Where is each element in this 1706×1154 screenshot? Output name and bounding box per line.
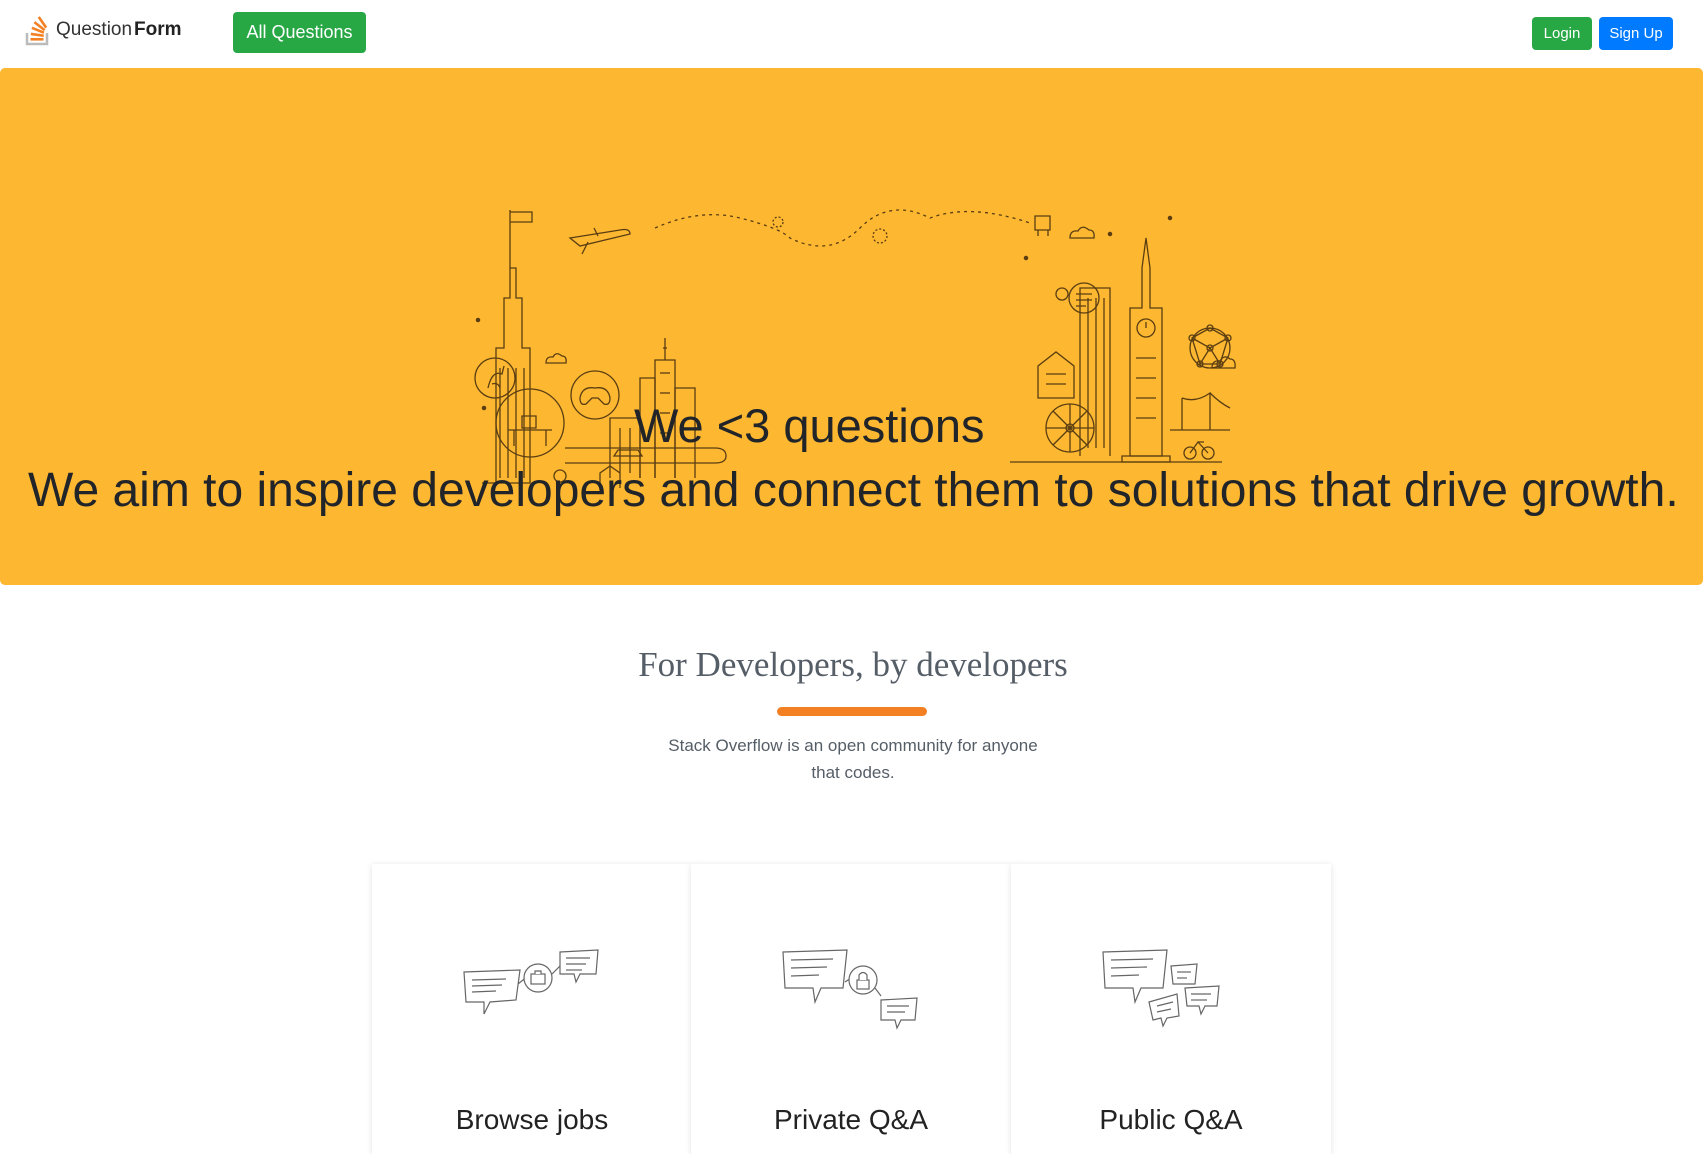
speech-bubbles-many-icon (1102, 949, 1220, 1028)
all-questions-button[interactable]: All Questions (233, 12, 366, 53)
hero-title: We <3 questions (634, 399, 985, 452)
card-private-qa[interactable]: Private Q&A (691, 864, 1011, 1154)
section-description: Stack Overflow is an open community for … (668, 736, 1038, 782)
login-button[interactable]: Login (1532, 17, 1592, 50)
brand-name-regular: Question (56, 19, 133, 40)
speech-bubbles-briefcase-icon (463, 949, 599, 1015)
card-title: Public Q&A (1099, 1104, 1243, 1135)
stack-logo-icon (25, 16, 49, 46)
section-divider (777, 707, 927, 716)
city-skyline-illustration (474, 209, 1236, 488)
card-title: Private Q&A (773, 1104, 929, 1135)
hero-banner: We <3 questions We aim to inspire develo… (0, 68, 1703, 585)
signup-button[interactable]: Sign Up (1599, 17, 1673, 50)
right-city-skyline (1010, 215, 1236, 463)
section-title: For Developers, by developers (638, 645, 1068, 684)
brand-name-bold: Form (134, 19, 182, 40)
speech-bubbles-lock-icon (782, 949, 918, 1030)
card-browse-jobs[interactable]: Browse jobs (372, 864, 692, 1154)
card-title: Browse jobs (455, 1104, 609, 1135)
card-public-qa[interactable]: Public Q&A (1011, 864, 1331, 1154)
hero-subtitle: We aim to inspire developers and connect… (28, 464, 1679, 517)
brand-link[interactable]: Question Form (24, 13, 182, 47)
dotted-flight-path (654, 209, 1031, 247)
navbar: Question Form All Questions Login Sign U… (0, 0, 1706, 68)
